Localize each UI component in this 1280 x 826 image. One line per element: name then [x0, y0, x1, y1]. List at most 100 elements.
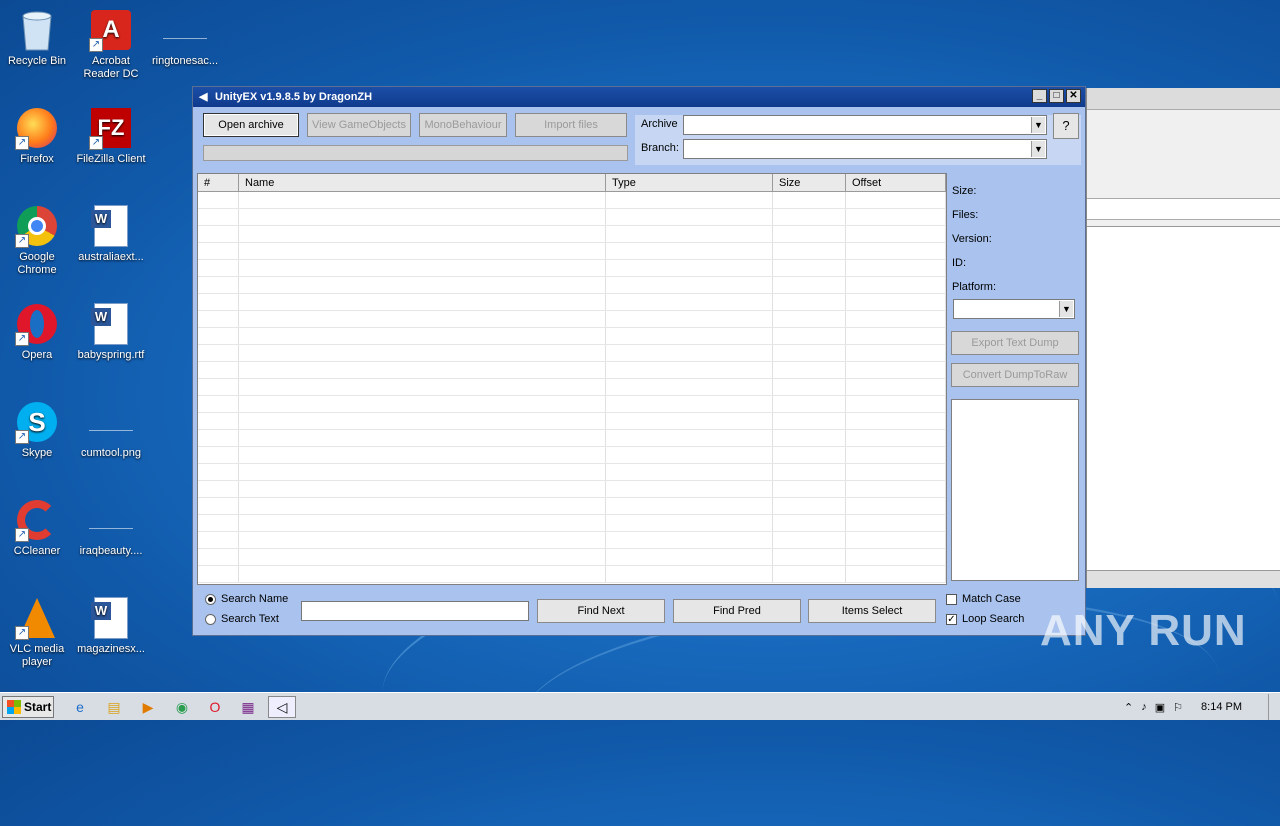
- table-row[interactable]: [198, 277, 946, 294]
- close-button[interactable]: ✕: [1066, 89, 1081, 103]
- table-cell: [606, 549, 773, 565]
- internet-explorer-icon[interactable]: e: [70, 697, 90, 717]
- maximize-button[interactable]: □: [1049, 89, 1064, 103]
- opera-taskbar-icon[interactable]: O: [205, 697, 225, 717]
- file-icon: [163, 8, 207, 52]
- table-row[interactable]: [198, 549, 946, 566]
- desktop-icon-iraqbeauty[interactable]: iraqbeauty....: [74, 498, 148, 558]
- desktop-icon-ringtones[interactable]: ringtonesac...: [148, 8, 222, 68]
- search-input[interactable]: [301, 601, 529, 621]
- volume-icon[interactable]: ♪: [1141, 701, 1147, 713]
- find-next-button[interactable]: Find Next: [537, 599, 665, 623]
- file-explorer-icon[interactable]: ▤: [104, 697, 124, 717]
- search-bar: Search Name Search Text Find Next Find P…: [197, 589, 1083, 633]
- tray-expand-icon[interactable]: ⌃: [1124, 701, 1133, 714]
- network-icon[interactable]: ▣: [1155, 701, 1165, 714]
- desktop-icon-label: ringtonesac...: [151, 55, 219, 67]
- column-header-size[interactable]: Size: [773, 174, 846, 191]
- table-row[interactable]: [198, 362, 946, 379]
- table-row[interactable]: [198, 481, 946, 498]
- word-doc-icon: W: [89, 302, 133, 346]
- table-row[interactable]: [198, 226, 946, 243]
- table-row[interactable]: [198, 396, 946, 413]
- desktop-icon-filezilla[interactable]: FZ ↗ FileZilla Client: [74, 106, 148, 166]
- table-row[interactable]: [198, 498, 946, 515]
- table-cell: [239, 243, 606, 259]
- table-cell: [606, 192, 773, 208]
- find-pred-button[interactable]: Find Pred: [673, 599, 801, 623]
- desktop-icon-vlc[interactable]: ↗ VLC media player: [0, 596, 74, 669]
- table-row[interactable]: [198, 192, 946, 209]
- media-player-icon[interactable]: ▶: [138, 697, 158, 717]
- branch-combobox[interactable]: ▼: [683, 139, 1047, 159]
- desktop-icon-cumtool[interactable]: cumtool.png: [74, 400, 148, 460]
- desktop-icon-skype[interactable]: S ↗ Skype: [0, 400, 74, 460]
- table-row[interactable]: [198, 430, 946, 447]
- table-row[interactable]: [198, 311, 946, 328]
- start-button[interactable]: Start: [2, 696, 54, 718]
- desktop-icon-opera[interactable]: ↗ Opera: [0, 302, 74, 362]
- desktop-icon-magazines[interactable]: W magazinesx...: [74, 596, 148, 656]
- export-text-dump-button[interactable]: Export Text Dump: [951, 331, 1079, 355]
- desktop-icon-acrobat[interactable]: A ↗ Acrobat Reader DC: [74, 8, 148, 81]
- chevron-down-icon[interactable]: ▼: [1031, 117, 1045, 133]
- table-row[interactable]: [198, 379, 946, 396]
- table-row[interactable]: [198, 413, 946, 430]
- desktop-icon-recycle-bin[interactable]: Recycle Bin: [0, 8, 74, 68]
- desktop-icon-label: VLC media player: [9, 643, 65, 668]
- search-name-radio[interactable]: Search Name: [205, 593, 288, 605]
- table-row[interactable]: [198, 328, 946, 345]
- table-row[interactable]: [198, 209, 946, 226]
- table-row[interactable]: [198, 532, 946, 549]
- word-doc-icon: W: [89, 596, 133, 640]
- minimize-button[interactable]: _: [1032, 89, 1047, 103]
- desktop-icon-babyspring[interactable]: W babyspring.rtf: [74, 302, 148, 362]
- table-row[interactable]: [198, 345, 946, 362]
- unityex-taskbar-icon[interactable]: ◁: [268, 696, 296, 718]
- column-header-index[interactable]: #: [198, 174, 239, 191]
- table-row[interactable]: [198, 464, 946, 481]
- clock[interactable]: 8:14 PM: [1201, 701, 1242, 713]
- chevron-down-icon[interactable]: ▼: [1031, 141, 1045, 157]
- table-row[interactable]: [198, 260, 946, 277]
- background-window[interactable]: [1086, 88, 1280, 588]
- desktop-icon-firefox[interactable]: ↗ Firefox: [0, 106, 74, 166]
- window-titlebar[interactable]: ◀ UnityEX v1.9.8.5 by DragonZH: [193, 87, 1085, 107]
- desktop-icon-ccleaner[interactable]: ↗ CCleaner: [0, 498, 74, 558]
- table-cell: [198, 515, 239, 531]
- chevron-down-icon[interactable]: ▼: [1059, 301, 1073, 317]
- import-files-button[interactable]: Import files: [515, 113, 627, 137]
- unityex-window[interactable]: ◀ UnityEX v1.9.8.5 by DragonZH _ □ ✕ Ope…: [192, 86, 1086, 636]
- desktop-icon-australiaext[interactable]: W australiaext...: [74, 204, 148, 264]
- column-header-name[interactable]: Name: [239, 174, 606, 191]
- ccleaner-icon: ↗: [15, 498, 59, 542]
- convert-dump-to-raw-button[interactable]: Convert DumpToRaw: [951, 363, 1079, 387]
- column-header-offset[interactable]: Offset: [846, 174, 946, 191]
- help-button[interactable]: ?: [1053, 113, 1079, 139]
- items-select-button[interactable]: Items Select: [808, 599, 936, 623]
- chrome-taskbar-icon[interactable]: ◉: [172, 697, 192, 717]
- match-case-checkbox[interactable]: Match Case: [946, 593, 1021, 605]
- table-row[interactable]: [198, 515, 946, 532]
- column-header-type[interactable]: Type: [606, 174, 773, 191]
- archive-combobox[interactable]: ▼: [683, 115, 1047, 135]
- table-cell: [239, 396, 606, 412]
- loop-search-checkbox[interactable]: ✓ Loop Search: [946, 613, 1024, 625]
- file-table[interactable]: # Name Type Size Offset: [197, 173, 947, 585]
- winrar-icon[interactable]: ▦: [238, 697, 258, 717]
- desktop-icon-chrome[interactable]: ↗ Google Chrome: [0, 204, 74, 277]
- info-textbox[interactable]: [951, 399, 1079, 581]
- open-archive-button[interactable]: Open archive: [203, 113, 299, 137]
- table-row[interactable]: [198, 294, 946, 311]
- search-text-radio[interactable]: Search Text: [205, 613, 279, 625]
- table-row[interactable]: [198, 566, 946, 583]
- show-desktop-button[interactable]: [1268, 694, 1280, 720]
- table-row[interactable]: [198, 243, 946, 260]
- platform-combobox[interactable]: ▼: [953, 299, 1075, 319]
- monobehaviour-button[interactable]: MonoBehaviour: [419, 113, 507, 137]
- filezilla-icon: FZ ↗: [89, 106, 133, 150]
- table-row[interactable]: [198, 447, 946, 464]
- action-center-flag-icon[interactable]: ⚐: [1173, 701, 1183, 714]
- view-gameobjects-button[interactable]: View GameObjects: [307, 113, 411, 137]
- desktop-icon-label: FileZilla Client: [76, 153, 146, 165]
